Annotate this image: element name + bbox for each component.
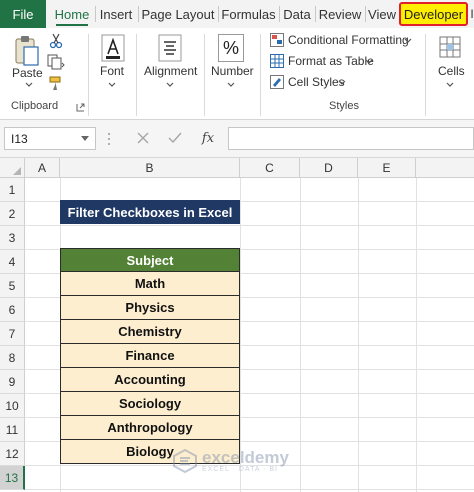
format-as-table-button[interactable]: Format as Table [288,54,374,68]
row-header-4[interactable]: 4 [0,250,25,274]
sheet-title-cell[interactable]: Filter Checkboxes in Excel [60,200,240,224]
tab-separator [95,6,96,22]
cancel-icon[interactable] [136,131,150,145]
tab-formulas[interactable]: Formulas [221,0,276,28]
exceldemy-logo-icon [173,448,197,474]
tab-developer[interactable]: Developer [399,2,468,26]
group-separator [260,34,261,116]
group-separator [425,34,426,116]
group-separator [88,34,89,116]
row-header-10[interactable]: 10 [0,394,25,418]
paste-icon[interactable] [12,34,42,68]
row-header-11[interactable]: 11 [0,418,25,442]
cut-icon[interactable] [48,33,64,49]
conditional-formatting-button[interactable]: Conditional Formatting [288,33,409,47]
column-header-a[interactable]: A [25,158,60,178]
format-painter-icon[interactable] [47,75,65,91]
styles-group-label: Styles [329,100,359,112]
column-header-overflow [416,158,474,178]
row-header-5[interactable]: 5 [0,274,25,298]
clipboard-group-label: Clipboard [11,100,59,112]
percent-icon[interactable]: % [218,34,244,62]
row-header-6[interactable]: 6 [0,298,25,322]
column-header-e[interactable]: E [358,158,416,178]
tab-separator [315,6,316,22]
chevron-down-icon[interactable] [446,82,454,88]
name-box-value: I13 [11,131,28,146]
gridline [25,225,474,226]
ribbon-tab-bar: File Home Insert Page Layout Formulas Da… [0,0,474,28]
tab-data[interactable]: Data [282,0,312,28]
subject-cell[interactable]: Physics [60,296,240,320]
cells-button[interactable]: Cells [438,64,465,78]
select-all-corner[interactable] [0,158,25,178]
paste-button[interactable]: Paste [12,66,43,80]
formula-input[interactable] [228,127,474,150]
tab-insert[interactable]: Insert [97,0,135,28]
font-icon[interactable] [100,34,126,62]
chevron-down-icon[interactable] [81,136,89,141]
tab-review[interactable]: Review [318,0,362,28]
cell-styles-button[interactable]: Cell Styles [288,75,345,89]
column-header-b[interactable]: B [60,158,240,178]
exceldemy-watermark: exceldemy EXCEL · DATA · BI [172,446,289,476]
chevron-down-icon[interactable] [166,82,174,88]
row-header-8[interactable]: 8 [0,346,25,370]
tab-home[interactable]: Home [52,0,92,28]
tab-separator [365,6,366,22]
cell-styles-icon[interactable] [270,75,284,89]
row-header-12[interactable]: 12 [0,442,25,466]
subject-cell[interactable]: Finance [60,344,240,368]
conditional-formatting-icon[interactable] [270,33,284,47]
column-headers: A B C D E [0,158,474,178]
name-box[interactable]: I13 [4,127,96,150]
number-button[interactable]: Number [211,64,254,78]
insert-function-icon[interactable]: fx [198,130,218,146]
subject-cell[interactable]: Accounting [60,368,240,392]
tab-overflow-edge: I [470,7,474,21]
alignment-icon[interactable] [157,34,183,62]
row-header-9[interactable]: 9 [0,370,25,394]
tab-view[interactable]: View [367,0,397,28]
group-separator [136,34,137,116]
dialog-launcher-icon[interactable] [75,102,85,112]
table-header-subject[interactable]: Subject [60,248,240,272]
chevron-down-icon[interactable] [404,38,412,44]
formula-bar: I13 fx [0,120,474,158]
tab-separator [218,6,219,22]
row-header-2[interactable]: 2 [0,202,25,226]
tab-page-layout[interactable]: Page Layout [141,0,215,28]
chevron-down-icon[interactable] [108,82,116,88]
tab-file[interactable]: File [0,0,46,28]
alignment-button[interactable]: Alignment [144,64,197,78]
watermark-name: exceldemy [202,448,289,467]
subject-cell[interactable]: Math [60,272,240,296]
row-header-13[interactable]: 13 [0,466,25,490]
watermark-text: exceldemy EXCEL · DATA · BI [202,449,289,473]
group-separator [204,34,205,116]
subject-cell[interactable]: Sociology [60,392,240,416]
font-button[interactable]: Font [100,64,124,78]
chevron-down-icon[interactable] [227,82,235,88]
tab-separator [279,6,280,22]
gridline [25,489,474,490]
row-header-1[interactable]: 1 [0,178,25,202]
chevron-down-icon[interactable] [365,59,373,65]
enter-check-icon[interactable] [168,131,182,145]
chevron-down-icon[interactable] [338,80,346,86]
column-header-c[interactable]: C [240,158,300,178]
drag-handle-icon[interactable] [106,130,112,148]
chevron-down-icon[interactable] [25,82,33,88]
watermark-subtitle: EXCEL · DATA · BI [202,466,278,473]
cells-icon[interactable] [437,34,463,60]
subject-cell[interactable]: Chemistry [60,320,240,344]
column-header-d[interactable]: D [300,158,358,178]
ribbon: Paste Clipboard Font Alignment % Number [0,28,474,120]
row-header-3[interactable]: 3 [0,226,25,250]
subject-cell[interactable]: Anthropology [60,416,240,440]
tab-separator [138,6,139,22]
row-header-7[interactable]: 7 [0,322,25,346]
copy-icon[interactable] [47,54,65,70]
format-as-table-icon[interactable] [270,54,284,68]
